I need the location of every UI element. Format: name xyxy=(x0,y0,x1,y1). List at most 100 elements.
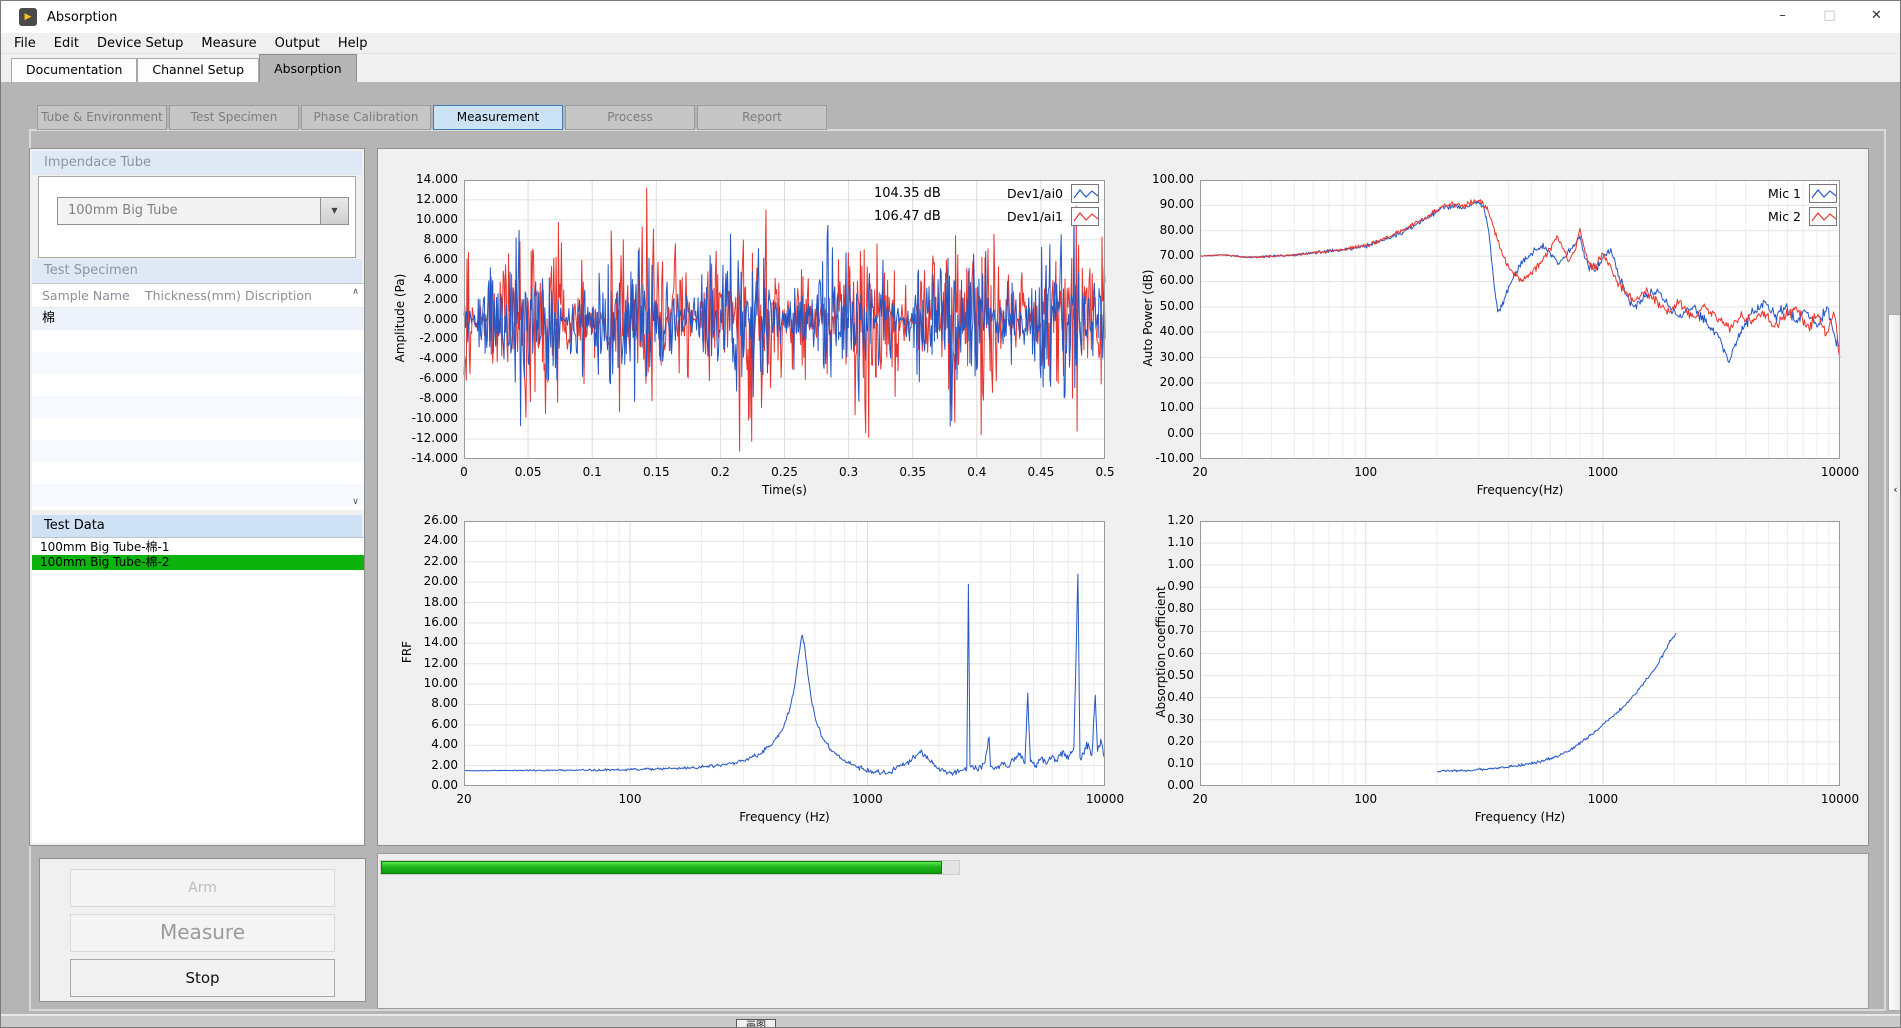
test-specimen-table: Sample NameThickness(mm)Discription棉∧∨ xyxy=(32,283,364,510)
legend-line-icon xyxy=(1809,184,1837,203)
y-tick-label: 100.00 xyxy=(1122,172,1194,186)
y-tick-label: 6.00 xyxy=(386,717,458,731)
subtab-measurement[interactable]: Measurement xyxy=(433,105,563,130)
menu-item-edit[interactable]: Edit xyxy=(45,33,88,54)
measure-button[interactable]: Measure xyxy=(70,914,335,952)
plot-area xyxy=(464,521,1105,786)
y-tick-label: 14.00 xyxy=(386,635,458,649)
x-tick-label: 0.2 xyxy=(685,465,755,479)
axis-title-x: Frequency (Hz) xyxy=(464,810,1105,824)
y-tick-label: 24.00 xyxy=(386,533,458,547)
y-tick-label: 0.00 xyxy=(1122,426,1194,440)
legend-entry: Mic 1 xyxy=(1768,184,1837,203)
scroll-down-icon[interactable]: ∨ xyxy=(349,497,362,507)
x-tick-label: 10000 xyxy=(1805,792,1875,806)
column-header: Thickness(mm) xyxy=(135,284,235,307)
arm-button[interactable]: Arm xyxy=(70,869,335,907)
x-tick-label: 0.15 xyxy=(621,465,691,479)
y-tick-label: 80.00 xyxy=(1122,223,1194,237)
y-tick-label: 50.00 xyxy=(1122,299,1194,313)
menu-bar: FileEditDevice SetupMeasureOutputHelp xyxy=(1,33,1900,54)
menu-item-measure[interactable]: Measure xyxy=(192,33,265,54)
table-row-empty xyxy=(32,440,364,462)
axis-title-y: Auto Power (dB) xyxy=(1141,188,1155,448)
frf-chart: 26.0024.0022.0020.0018.0016.0014.0012.00… xyxy=(464,521,1105,786)
subtab-report[interactable]: Report xyxy=(697,105,827,130)
chart-panel: 14.00012.00010.0008.0006.0004.0002.0000.… xyxy=(377,148,1869,846)
x-tick-label: 1000 xyxy=(1568,465,1638,479)
y-tick-label: -10.00 xyxy=(1122,451,1194,465)
test-data-item[interactable]: 100mm Big Tube-棉-2 xyxy=(32,555,364,570)
x-tick-label: 0.05 xyxy=(493,465,563,479)
tab-absorption[interactable]: Absorption xyxy=(259,54,357,82)
chevron-down-icon[interactable]: ▼ xyxy=(320,198,348,224)
legend-label: Mic 1 xyxy=(1768,186,1801,201)
y-tick-label: 40.00 xyxy=(1122,324,1194,338)
y-tick-label: 18.00 xyxy=(386,595,458,609)
y-tick-label: 14.000 xyxy=(386,172,458,186)
auto-power-chart: 100.0090.0080.0070.0060.0050.0040.0030.0… xyxy=(1200,180,1840,459)
y-tick-label: 30.00 xyxy=(1122,350,1194,364)
table-row-empty xyxy=(32,462,364,484)
column-header: Discription xyxy=(235,284,340,307)
labview-app-icon: ▶ xyxy=(19,8,37,26)
test-data-item[interactable]: 100mm Big Tube-棉-1 xyxy=(32,540,364,555)
y-tick-label: 70.00 xyxy=(1122,248,1194,262)
test-specimen-header: Test Specimen xyxy=(32,259,362,283)
table-row[interactable]: 棉 xyxy=(32,308,364,330)
y-tick-label: 2.00 xyxy=(386,758,458,772)
main-tab-strip: DocumentationChannel SetupAbsorption xyxy=(1,54,1900,82)
y-tick-label: 60.00 xyxy=(1122,273,1194,287)
axis-title-y: FRF xyxy=(400,522,414,782)
y-tick-label: -14.000 xyxy=(386,451,458,465)
tab-channel-setup[interactable]: Channel Setup xyxy=(137,58,259,82)
x-tick-label: 0.35 xyxy=(878,465,948,479)
table-cell xyxy=(135,308,235,330)
close-button[interactable]: ✕ xyxy=(1853,1,1900,33)
legend-entry: Dev1/ai1 xyxy=(1007,207,1099,226)
annotation-value: 104.35 dB xyxy=(874,186,941,201)
y-tick-label: 10.00 xyxy=(1122,400,1194,414)
legend-entry: Mic 2 xyxy=(1768,207,1837,226)
action-button-panel: Arm Measure Stop xyxy=(39,858,366,1002)
impedance-tube-dropdown[interactable]: 100mm Big Tube ▼ xyxy=(57,197,349,225)
subtab-process[interactable]: Process xyxy=(565,105,695,130)
legend-line-icon xyxy=(1071,207,1099,226)
subtab-phase-calibration[interactable]: Phase Calibration xyxy=(301,105,431,130)
y-tick-label: 22.00 xyxy=(386,554,458,568)
table-row-empty xyxy=(32,396,364,418)
minimize-button[interactable]: – xyxy=(1759,1,1806,33)
y-tick-label: 20.00 xyxy=(386,574,458,588)
subtab-test-specimen[interactable]: Test Specimen xyxy=(169,105,299,130)
table-row-empty xyxy=(32,352,364,374)
legend-line-icon xyxy=(1809,207,1837,226)
legend-entry: Dev1/ai0 xyxy=(1007,184,1099,203)
x-tick-label: 1000 xyxy=(833,792,903,806)
sub-tab-strip: Tube & EnvironmentTest SpecimenPhase Cal… xyxy=(37,105,827,130)
stop-button[interactable]: Stop xyxy=(70,959,335,997)
subtab-tube-environment[interactable]: Tube & Environment xyxy=(37,105,167,130)
left-panel: Impendace Tube 100mm Big Tube ▼ Test Spe… xyxy=(29,148,365,846)
x-tick-label: 100 xyxy=(595,792,665,806)
background-window-tab[interactable]: 画图 xyxy=(736,1019,776,1028)
axis-title-x: Frequency (Hz) xyxy=(1200,810,1840,824)
menu-item-help[interactable]: Help xyxy=(329,33,377,54)
annotation-value: 106.47 dB xyxy=(874,209,941,224)
menu-item-file[interactable]: File xyxy=(5,33,45,54)
time-waveform-chart: 14.00012.00010.0008.0006.0004.0002.0000.… xyxy=(464,180,1105,459)
y-tick-label: 16.00 xyxy=(386,615,458,629)
x-tick-label: 0 xyxy=(429,465,499,479)
scroll-up-icon[interactable]: ∧ xyxy=(349,287,362,297)
tab-documentation[interactable]: Documentation xyxy=(11,58,137,82)
window-title: Absorption xyxy=(47,10,117,25)
x-tick-label: 0.4 xyxy=(942,465,1012,479)
menu-item-device-setup[interactable]: Device Setup xyxy=(88,33,192,54)
maximize-button[interactable]: □ xyxy=(1806,1,1853,33)
y-tick-label: 20.00 xyxy=(1122,375,1194,389)
progress-bar-fill xyxy=(381,861,942,874)
collapsed-side-panel-handle[interactable]: ‹ xyxy=(1888,314,1901,1011)
x-tick-label: 0.25 xyxy=(750,465,820,479)
x-tick-label: 100 xyxy=(1331,792,1401,806)
menu-item-output[interactable]: Output xyxy=(266,33,329,54)
title-bar: ▶ Absorption – □ ✕ xyxy=(1,1,1900,33)
